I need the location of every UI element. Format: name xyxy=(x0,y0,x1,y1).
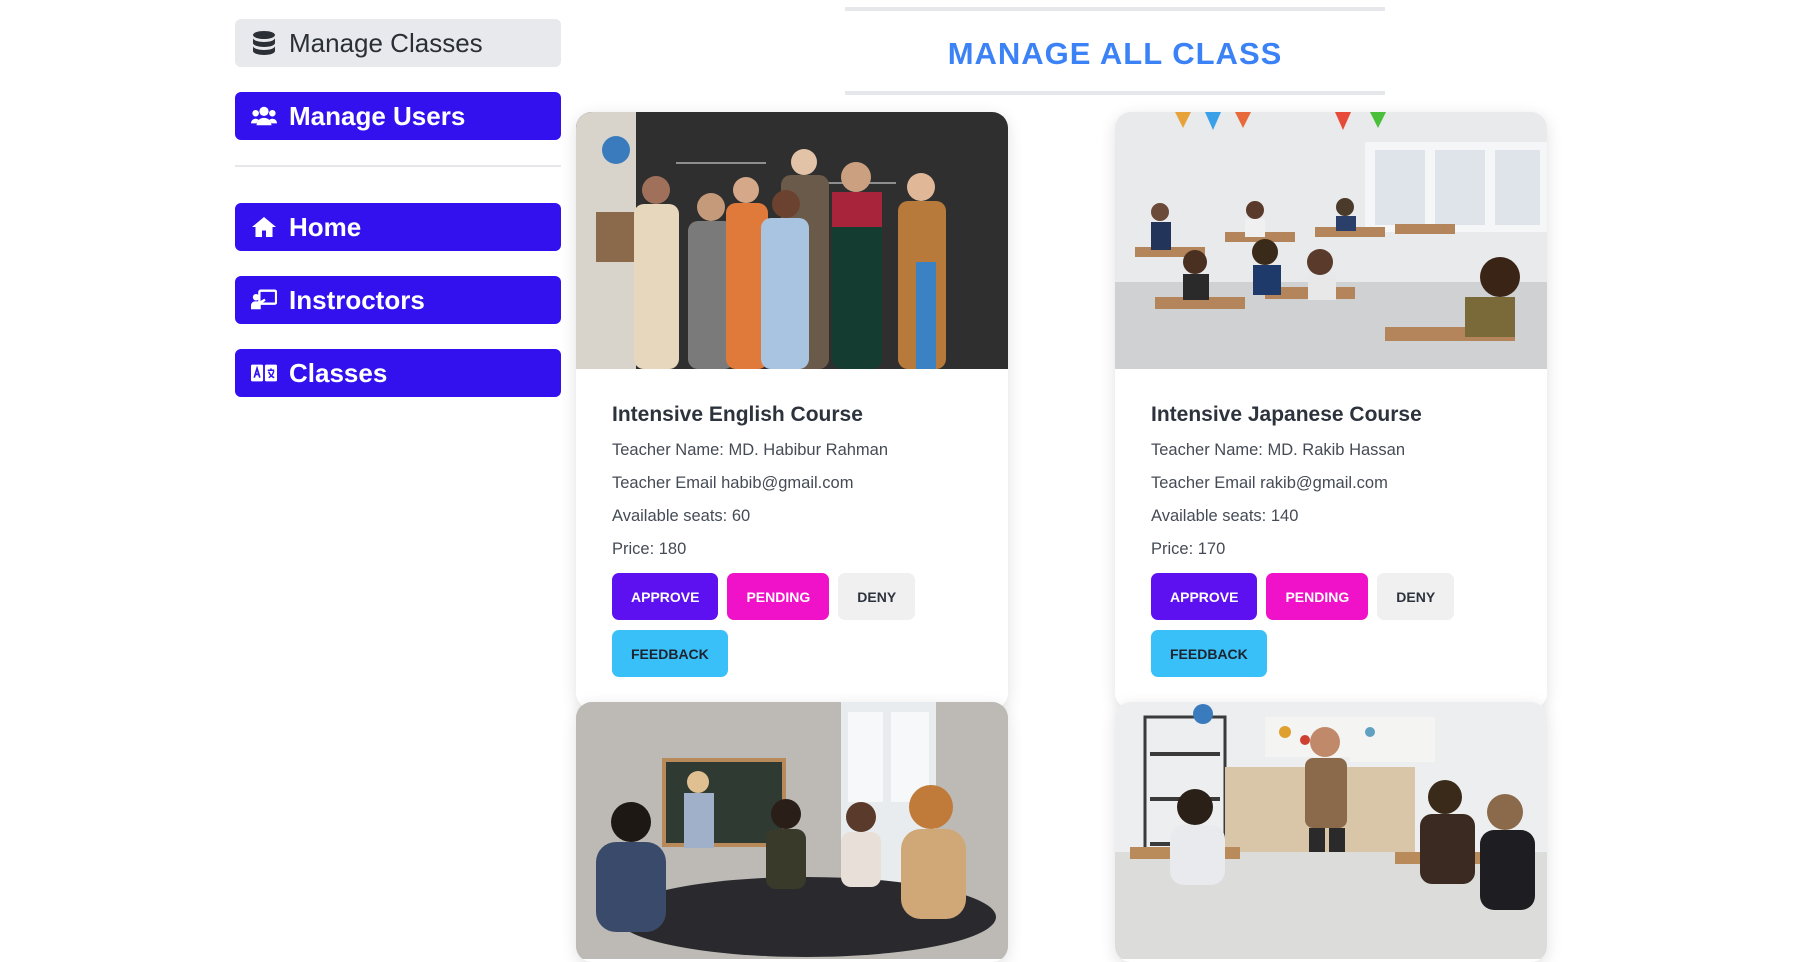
sidebar-item-manage-classes[interactable]: Manage Classes xyxy=(235,19,561,67)
sidebar-divider xyxy=(235,165,561,167)
page-header: MANAGE ALL CLASS xyxy=(845,7,1385,95)
class-title: Intensive Japanese Course xyxy=(1151,403,1422,426)
teacher-name: Teacher Name: MD. Rakib Hassan xyxy=(1151,441,1406,459)
sidebar-item-manage-users[interactable]: Manage Users xyxy=(235,92,561,140)
available-seats: Available seats: 60 xyxy=(612,507,751,525)
sidebar-item-label: Manage Users xyxy=(289,100,466,131)
teacher-name: Teacher Name: MD. Habibur Rahman xyxy=(612,441,889,459)
feedback-button[interactable]: FEEDBACK xyxy=(1151,630,1267,677)
class-card xyxy=(1115,702,1547,962)
pending-button[interactable]: PENDING xyxy=(1266,573,1369,620)
deny-button[interactable]: DENY xyxy=(1377,573,1455,620)
card-body: Intensive Japanese Course Teacher Name: … xyxy=(1115,369,1547,709)
feedback-button[interactable]: FEEDBACK xyxy=(612,630,728,677)
class-image xyxy=(1115,112,1547,369)
teacher-email: Teacher Email rakib@gmail.com xyxy=(1151,474,1388,492)
deny-button[interactable]: DENY xyxy=(838,573,916,620)
home-icon xyxy=(251,214,277,240)
class-card: Intensive Japanese Course Teacher Name: … xyxy=(1115,112,1547,709)
pending-button[interactable]: PENDING xyxy=(727,573,830,620)
sidebar-item-instructors[interactable]: Instroctors xyxy=(235,276,561,324)
sidebar-item-home[interactable]: Home xyxy=(235,203,561,251)
approve-button[interactable]: APPROVE xyxy=(1151,573,1258,620)
sidebar-item-label: Manage Classes xyxy=(289,27,483,58)
sidebar-item-label: Classes xyxy=(289,357,388,388)
class-image xyxy=(576,112,1008,369)
language-icon xyxy=(251,360,277,386)
page-title: MANAGE ALL CLASS xyxy=(947,36,1283,71)
sidebar-item-label: Instroctors xyxy=(289,284,425,315)
sidebar-item-classes[interactable]: Classes xyxy=(235,349,561,397)
chalkboard-teacher-icon xyxy=(251,287,277,313)
heading-bottom-rule xyxy=(845,91,1385,95)
price: Price: 180 xyxy=(612,540,687,558)
sidebar-item-label: Home xyxy=(289,211,362,242)
card-actions: APPROVE PENDING DENY FEEDBACK xyxy=(612,573,972,677)
users-icon xyxy=(251,103,277,129)
available-seats: Available seats: 140 xyxy=(1151,507,1299,525)
class-title: Intensive English Course xyxy=(612,403,863,426)
approve-button[interactable]: APPROVE xyxy=(612,573,719,620)
card-body: Intensive English Course Teacher Name: M… xyxy=(576,369,1008,709)
teacher-email: Teacher Email habib@gmail.com xyxy=(612,474,854,492)
class-card xyxy=(576,702,1008,962)
sidebar: Manage Classes Manage Users Home Instroc… xyxy=(235,19,561,422)
class-image xyxy=(1115,702,1547,959)
price: Price: 170 xyxy=(1151,540,1226,558)
card-actions: APPROVE PENDING DENY FEEDBACK xyxy=(1151,573,1511,677)
class-image xyxy=(576,702,1008,959)
class-card: Intensive English Course Teacher Name: M… xyxy=(576,112,1008,709)
database-icon xyxy=(251,30,277,56)
